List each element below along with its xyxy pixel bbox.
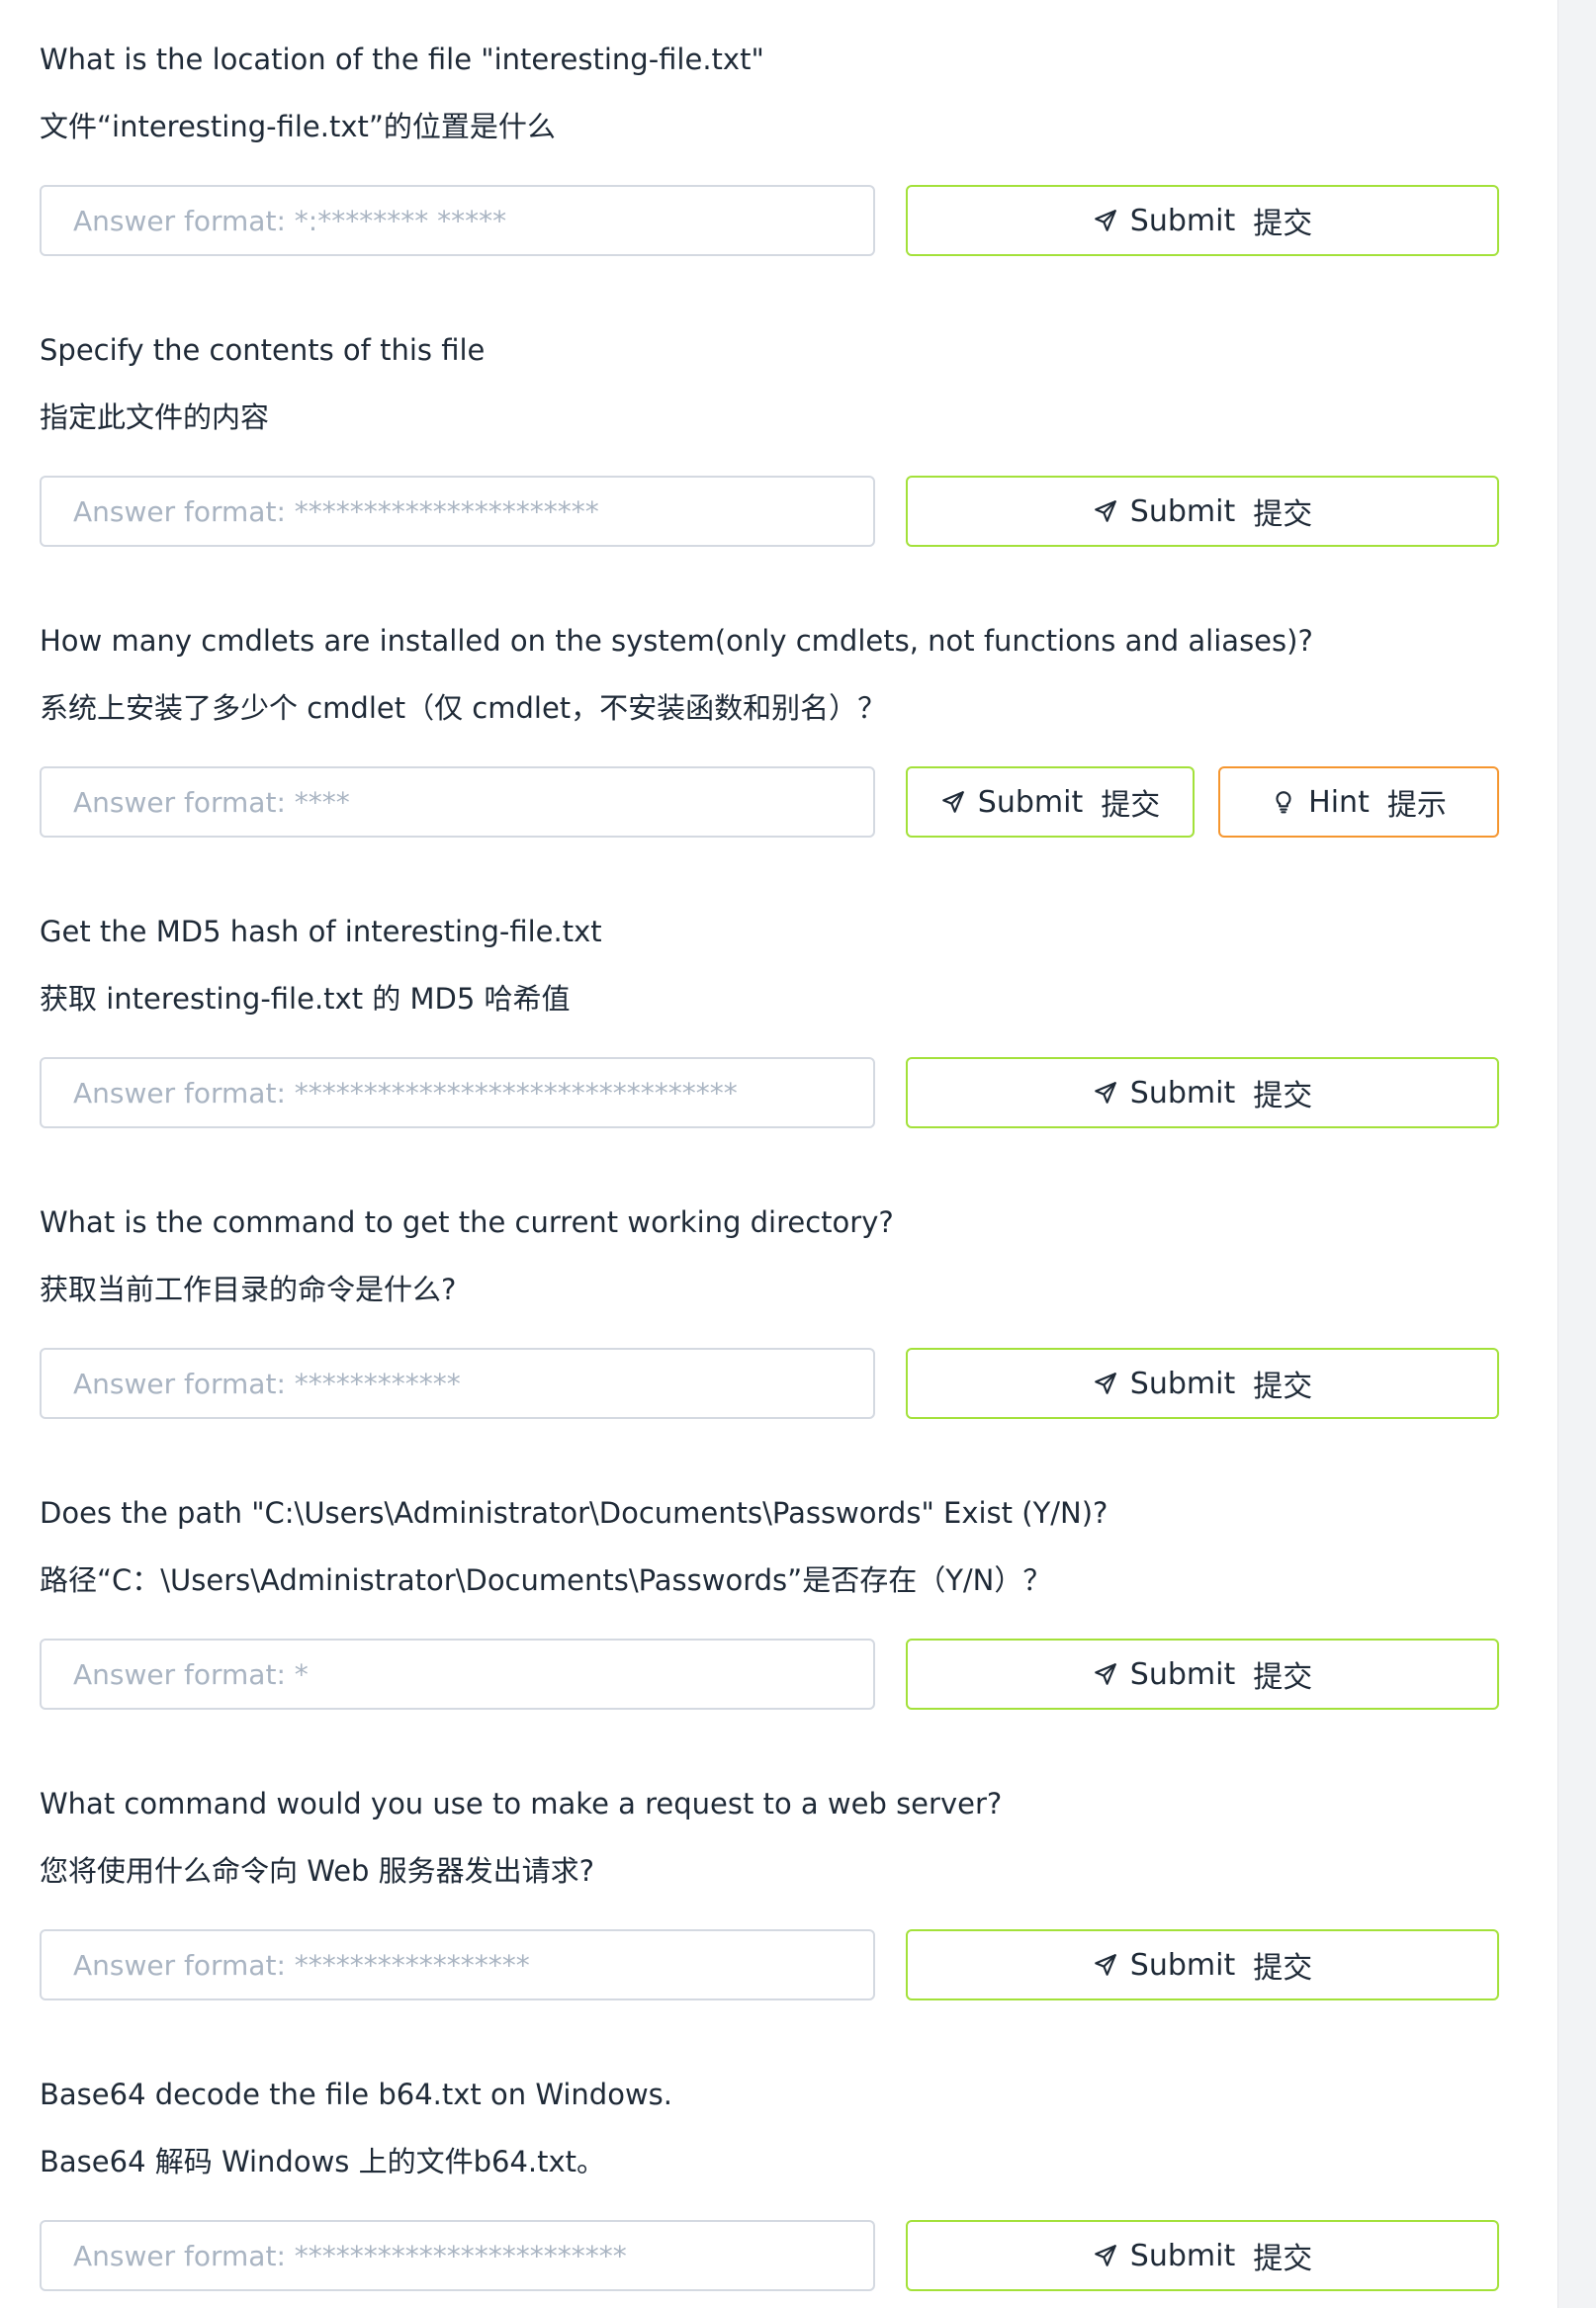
- submit-label: Submit: [1129, 203, 1236, 238]
- paper-plane-icon: [1093, 1661, 1118, 1687]
- lightbulb-icon: [1271, 789, 1296, 815]
- submit-button[interactable]: Submit 提交: [906, 1057, 1499, 1128]
- question-text-zh: 文件“interesting-file.txt”的位置是什么: [40, 110, 556, 143]
- question-2: Specify the contents of this file 指定此文件的…: [40, 330, 1503, 547]
- question-text-zh: 获取当前工作目录的命令是什么?: [40, 1273, 457, 1306]
- submit-label: Submit: [1129, 1366, 1236, 1401]
- answer-input[interactable]: [40, 476, 875, 547]
- question-text-zh: 获取 interesting-file.txt 的 MD5 哈希值: [40, 982, 571, 1016]
- submit-button[interactable]: Submit 提交: [906, 476, 1499, 547]
- submit-button[interactable]: Submit 提交: [906, 1639, 1499, 1710]
- submit-button[interactable]: Submit 提交: [906, 1929, 1499, 2000]
- submit-label-zh: 提交: [1253, 1660, 1313, 1695]
- question-text-zh: 指定此文件的内容: [40, 400, 270, 434]
- submit-button[interactable]: Submit 提交: [906, 1348, 1499, 1419]
- answer-input[interactable]: [40, 2220, 875, 2291]
- question-text-en: What is the command to get the current w…: [40, 1205, 894, 1239]
- answer-row: Submit 提交: [40, 1057, 1503, 1128]
- submit-label: Submit: [1129, 1947, 1236, 1983]
- question-text-en: Specify the contents of this file: [40, 333, 486, 367]
- question-text-en: Does the path "C:\Users\Administrator\Do…: [40, 1496, 1108, 1530]
- answer-row: Submit 提交: [40, 185, 1503, 256]
- submit-label: Submit: [1129, 1075, 1236, 1110]
- scrollbar-track[interactable]: [1557, 0, 1596, 2308]
- paper-plane-icon: [1093, 2243, 1118, 2268]
- hint-button[interactable]: Hint 提示: [1218, 766, 1499, 838]
- question-text-en: What is the location of the file "intere…: [40, 43, 764, 76]
- paper-plane-icon: [940, 789, 966, 815]
- answer-input[interactable]: [40, 1639, 875, 1710]
- answer-row: Submit 提交 Hint 提示: [40, 766, 1503, 838]
- question-7: What command would you use to make a req…: [40, 1784, 1503, 2000]
- task-questions-page: What is the location of the file "intere…: [0, 0, 1596, 2308]
- submit-label-zh: 提交: [1253, 2242, 1313, 2276]
- answer-input[interactable]: [40, 1929, 875, 2000]
- answer-row: Submit 提交: [40, 2220, 1503, 2291]
- paper-plane-icon: [1093, 1080, 1118, 1106]
- question-text-en: What command would you use to make a req…: [40, 1787, 1003, 1820]
- answer-input[interactable]: [40, 185, 875, 256]
- question-3: How many cmdlets are installed on the sy…: [40, 621, 1503, 838]
- question-text-zh: 您将使用什么命令向 Web 服务器发出请求?: [40, 1854, 595, 1888]
- question-6: Does the path "C:\Users\Administrator\Do…: [40, 1493, 1503, 1710]
- submit-button[interactable]: Submit 提交: [906, 2220, 1499, 2291]
- submit-label: Submit: [1129, 493, 1236, 529]
- paper-plane-icon: [1093, 1371, 1118, 1396]
- question-1: What is the location of the file "intere…: [40, 40, 1503, 256]
- submit-label-zh: 提交: [1253, 497, 1313, 532]
- answer-input[interactable]: [40, 766, 875, 838]
- paper-plane-icon: [1093, 208, 1118, 233]
- submit-label-zh: 提交: [1253, 1951, 1313, 1986]
- question-text-zh: 系统上安装了多少个 cmdlet（仅 cmdlet，不安装函数和别名）？: [40, 691, 887, 725]
- question-8: Base64 decode the file b64.txt on Window…: [40, 2075, 1503, 2291]
- paper-plane-icon: [1093, 498, 1118, 524]
- submit-label-zh: 提交: [1253, 1370, 1313, 1404]
- paper-plane-icon: [1093, 1952, 1118, 1978]
- answer-input[interactable]: [40, 1057, 875, 1128]
- submit-label-zh: 提交: [1253, 1079, 1313, 1113]
- submit-label: Submit: [1129, 2238, 1236, 2273]
- submit-label: Submit: [977, 784, 1084, 820]
- submit-label-zh: 提交: [1253, 207, 1313, 241]
- answer-row: Submit 提交: [40, 476, 1503, 547]
- question-text-en: Get the MD5 hash of interesting-file.txt: [40, 915, 602, 948]
- question-text-zh: Base64 解码 Windows 上的文件b64.txt。: [40, 2145, 606, 2178]
- answer-row: Submit 提交: [40, 1639, 1503, 1710]
- answer-input[interactable]: [40, 1348, 875, 1419]
- submit-button[interactable]: Submit 提交: [906, 766, 1195, 838]
- answer-row: Submit 提交: [40, 1929, 1503, 2000]
- submit-button[interactable]: Submit 提交: [906, 185, 1499, 256]
- question-text-en: How many cmdlets are installed on the sy…: [40, 624, 1313, 658]
- submit-label: Submit: [1129, 1656, 1236, 1692]
- question-5: What is the command to get the current w…: [40, 1202, 1503, 1419]
- submit-label-zh: 提交: [1101, 788, 1161, 823]
- question-text-en: Base64 decode the file b64.txt on Window…: [40, 2078, 672, 2111]
- question-text-zh: 路径“C：\Users\Administrator\Documents\Pass…: [40, 1563, 1052, 1597]
- answer-row: Submit 提交: [40, 1348, 1503, 1419]
- hint-label: Hint: [1308, 784, 1370, 820]
- hint-label-zh: 提示: [1386, 788, 1447, 823]
- question-4: Get the MD5 hash of interesting-file.txt…: [40, 912, 1503, 1128]
